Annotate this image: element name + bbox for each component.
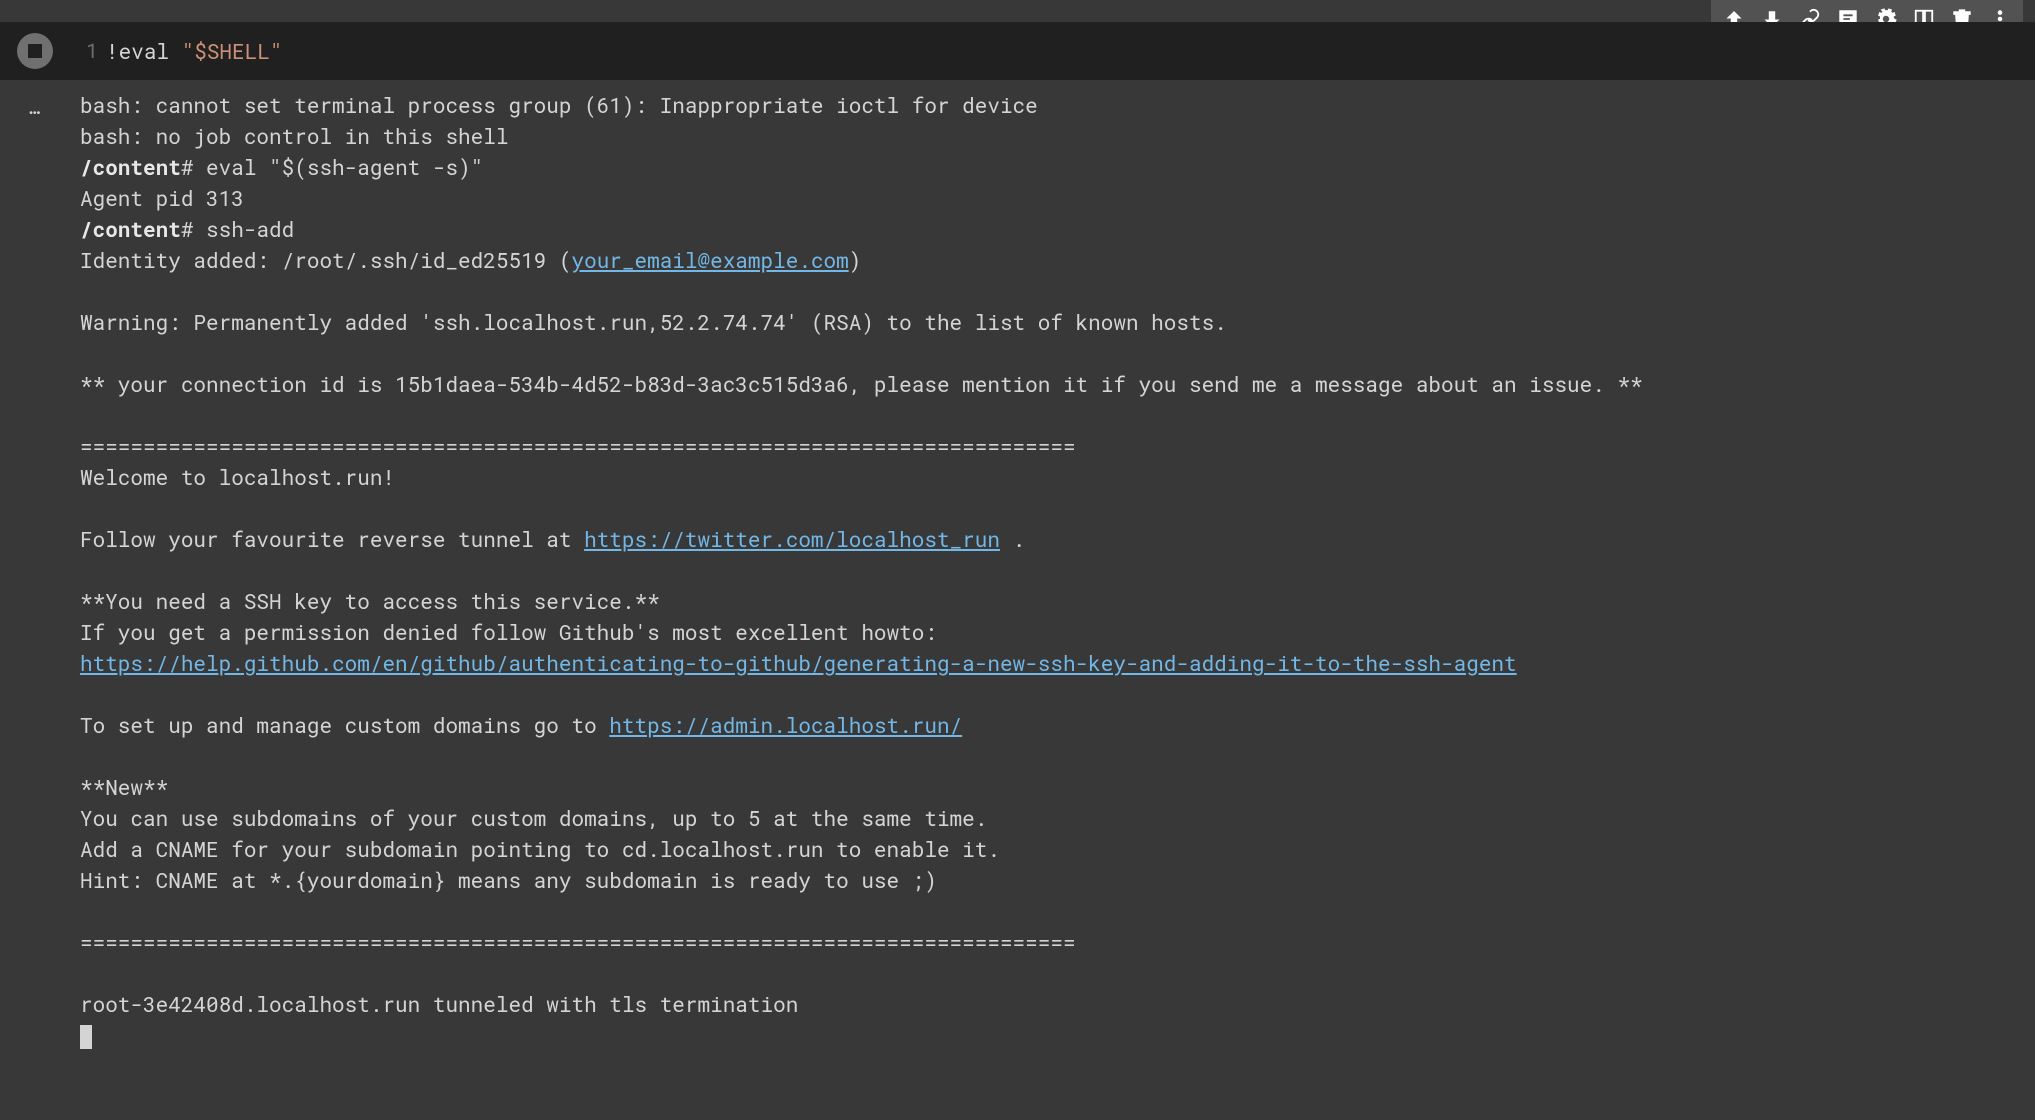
prompt-path: /content [80,215,181,243]
output-line: Warning: Permanently added 'ssh.localhos… [80,308,1227,336]
output-line: Identity added: /root/.ssh/id_ed25519 ( [80,246,571,274]
output-line: **New** [80,773,168,801]
output-line: To set up and manage custom domains go t… [80,711,609,739]
output-line: Agent pid 313 [80,184,244,212]
output-line: Add a CNAME for your subdomain pointing … [80,835,1000,863]
output-line: ========================================… [80,432,1076,460]
output-line: You can use subdomains of your custom do… [80,804,987,832]
output-line: bash: no job control in this shell [80,122,508,150]
output-line: ) [849,246,862,274]
admin-link[interactable]: https://admin.localhost.run/ [609,711,962,739]
output-line: Welcome to localhost.run! [80,463,395,491]
cursor-icon [80,1025,92,1049]
cell-input-row: 1 !eval "$SHELL" [0,22,2035,80]
prompt-cmd: # ssh-add [181,215,294,243]
output-line: Follow your favourite reverse tunnel at [80,525,584,553]
code-editor[interactable]: !eval "$SHELL" [106,22,2035,80]
output-line: **You need a SSH key to access this serv… [80,587,660,615]
output-collapse-button[interactable]: … [0,90,70,1051]
prompt-cmd: # eval "$(ssh-agent -s)" [181,153,483,181]
output-line: If you get a permission denied follow Gi… [80,618,937,646]
output-line: ========================================… [80,928,1076,956]
prompt-path: /content [80,153,181,181]
email-link[interactable]: your_email@example.com [571,246,848,274]
twitter-link[interactable]: https://twitter.com/localhost_run [584,525,1000,553]
code-string: "$SHELL" [182,37,283,65]
line-number: 1 [70,22,106,80]
output-line: . [1000,525,1025,553]
cell-output-row: … bash: cannot set terminal process grou… [0,80,2035,1051]
run-cell-button[interactable] [0,22,70,80]
stop-icon [17,33,53,69]
cell-output[interactable]: bash: cannot set terminal process group … [70,90,2035,1051]
code-prefix: ! [106,37,119,65]
output-line: root-3e42408d.localhost.run tunneled wit… [80,990,798,1018]
output-line: bash: cannot set terminal process group … [80,91,1038,119]
output-line: ** your connection id is 15b1daea-534b-4… [80,370,1643,398]
github-help-link[interactable]: https://help.github.com/en/github/authen… [80,649,1517,677]
code-call: eval [119,37,182,65]
output-line: Hint: CNAME at *.{yourdomain} means any … [80,866,937,894]
code-cell: 1 !eval "$SHELL" … bash: cannot set term… [0,22,2035,1051]
